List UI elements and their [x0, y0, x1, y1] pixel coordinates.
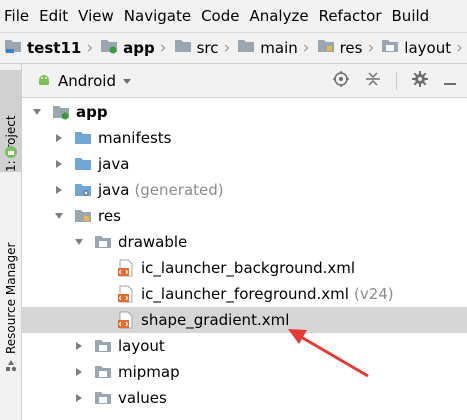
menu-file[interactable]: File: [0, 7, 34, 25]
tree-item-label: manifests: [98, 129, 172, 147]
breadcrumb-src-label: src: [196, 39, 219, 57]
folder-icon: [94, 337, 112, 355]
folder-icon: [237, 38, 255, 58]
project-view-label: Android: [58, 71, 116, 90]
tree-item-file[interactable]: ic_launcher_background.xml: [22, 255, 467, 281]
chevron-down-icon[interactable]: [30, 108, 44, 116]
toolbar-divider: [396, 71, 397, 90]
dropdown-arrow-icon: [122, 72, 132, 90]
tree-item-label: ic_launcher_background.xml: [141, 259, 356, 277]
breadcrumb-main[interactable]: main: [233, 38, 302, 58]
tree-item-label: app: [76, 103, 108, 121]
tree-item-res[interactable]: res: [22, 203, 467, 229]
chevron-right-icon[interactable]: [72, 367, 86, 377]
project-view-selector[interactable]: Android: [22, 71, 132, 91]
tab-resource-manager-label: Resource Manager: [4, 242, 18, 354]
chevron-right-icon: ›: [223, 37, 231, 58]
tree-item-drawable[interactable]: drawable: [22, 229, 467, 255]
panel-toolbar: [332, 70, 467, 92]
tree-item-suffix: (generated): [134, 181, 224, 199]
breadcrumb-src[interactable]: src: [170, 38, 224, 58]
breadcrumb-main-label: main: [260, 39, 298, 57]
xml-file-icon: [117, 311, 135, 329]
breadcrumb-project[interactable]: test11: [0, 38, 86, 58]
chevron-right-icon: ›: [159, 37, 167, 58]
menu-refactor[interactable]: Refactor: [314, 7, 387, 25]
tree-item-label: values: [118, 389, 167, 407]
breadcrumb-module[interactable]: app: [96, 38, 160, 58]
left-toolwindow-strip: 1: Project Resource Manager: [0, 64, 22, 420]
android-icon: [4, 144, 18, 163]
breadcrumb-layout[interactable]: layout: [377, 38, 456, 58]
resource-manager-icon: [4, 358, 18, 377]
project-tree: app manifests java java (generated) res …: [22, 98, 467, 420]
breadcrumb-res-label: res: [339, 39, 363, 57]
menu-view[interactable]: View: [73, 7, 119, 25]
chevron-right-icon: ›: [456, 37, 463, 58]
breadcrumb-module-label: app: [123, 39, 155, 57]
tree-item-java-generated[interactable]: java (generated): [22, 177, 467, 203]
folder-icon: [74, 129, 92, 147]
tree-item-mipmap[interactable]: mipmap: [22, 359, 467, 385]
tree-item-manifests[interactable]: manifests: [22, 125, 467, 151]
chevron-right-icon[interactable]: [52, 185, 66, 195]
xml-file-icon: [117, 285, 135, 303]
chevron-down-icon[interactable]: [52, 212, 66, 220]
module-icon: [52, 103, 70, 121]
module-icon: [100, 38, 118, 58]
tree-item-label: ic_launcher_foreground.xml: [141, 285, 349, 303]
menu-edit[interactable]: Edit: [34, 7, 73, 25]
android-icon: [36, 71, 52, 91]
settings-gear-icon[interactable]: [411, 70, 429, 92]
chevron-right-icon: ›: [86, 37, 94, 58]
menu-analyze[interactable]: Analyze: [244, 7, 313, 25]
tree-item-label: shape_gradient.xml: [141, 311, 290, 329]
folder-icon: [381, 38, 399, 58]
menu-navigate[interactable]: Navigate: [119, 7, 196, 25]
chevron-right-icon[interactable]: [52, 133, 66, 143]
locate-icon[interactable]: [332, 70, 350, 92]
menu-bar: File Edit View Navigate Code Analyze Ref…: [0, 0, 467, 32]
folder-icon: [74, 155, 92, 173]
tree-item-layout[interactable]: layout: [22, 333, 467, 359]
resource-folder-icon: [317, 38, 335, 58]
breadcrumb-res[interactable]: res: [313, 38, 368, 58]
tree-item-suffix: (v24): [353, 285, 394, 303]
folder-icon: [94, 389, 112, 407]
tree-item-file-selected[interactable]: shape_gradient.xml: [22, 307, 467, 333]
tree-item-label: res: [98, 207, 121, 225]
tree-item-label: layout: [118, 337, 165, 355]
chevron-down-icon[interactable]: [72, 238, 86, 246]
tree-item-java[interactable]: java: [22, 151, 467, 177]
hide-icon[interactable]: [443, 72, 457, 90]
resource-folder-icon: [74, 207, 92, 225]
menu-build[interactable]: Build: [387, 7, 435, 25]
chevron-right-icon: ›: [367, 37, 375, 58]
chevron-right-icon[interactable]: [52, 159, 66, 169]
collapse-all-icon[interactable]: [364, 70, 382, 92]
chevron-right-icon: ›: [302, 37, 310, 58]
breadcrumb-layout-label: layout: [404, 39, 452, 57]
tree-item-label: java: [98, 155, 130, 173]
breadcrumb-project-label: test11: [27, 39, 82, 57]
menu-code[interactable]: Code: [196, 7, 244, 25]
chevron-right-icon[interactable]: [72, 341, 86, 351]
xml-file-icon: [117, 259, 135, 277]
tree-item-label: mipmap: [118, 363, 180, 381]
folder-icon: [94, 233, 112, 251]
folder-icon: [94, 363, 112, 381]
generated-folder-icon: [74, 181, 92, 199]
breadcrumb: test11 › app › src › main › res › layout…: [0, 32, 467, 64]
chevron-right-icon[interactable]: [72, 393, 86, 403]
folder-icon: [174, 38, 192, 58]
tree-item-label: java: [98, 181, 130, 199]
tree-item-label: drawable: [118, 233, 188, 251]
project-folder-icon: [4, 38, 22, 58]
project-panel-header: Android: [22, 64, 467, 98]
tab-resource-manager[interactable]: Resource Manager: [0, 204, 22, 354]
tree-item-values[interactable]: values: [22, 385, 467, 411]
tree-item-app[interactable]: app: [22, 99, 467, 125]
tree-item-file[interactable]: ic_launcher_foreground.xml (v24): [22, 281, 467, 307]
